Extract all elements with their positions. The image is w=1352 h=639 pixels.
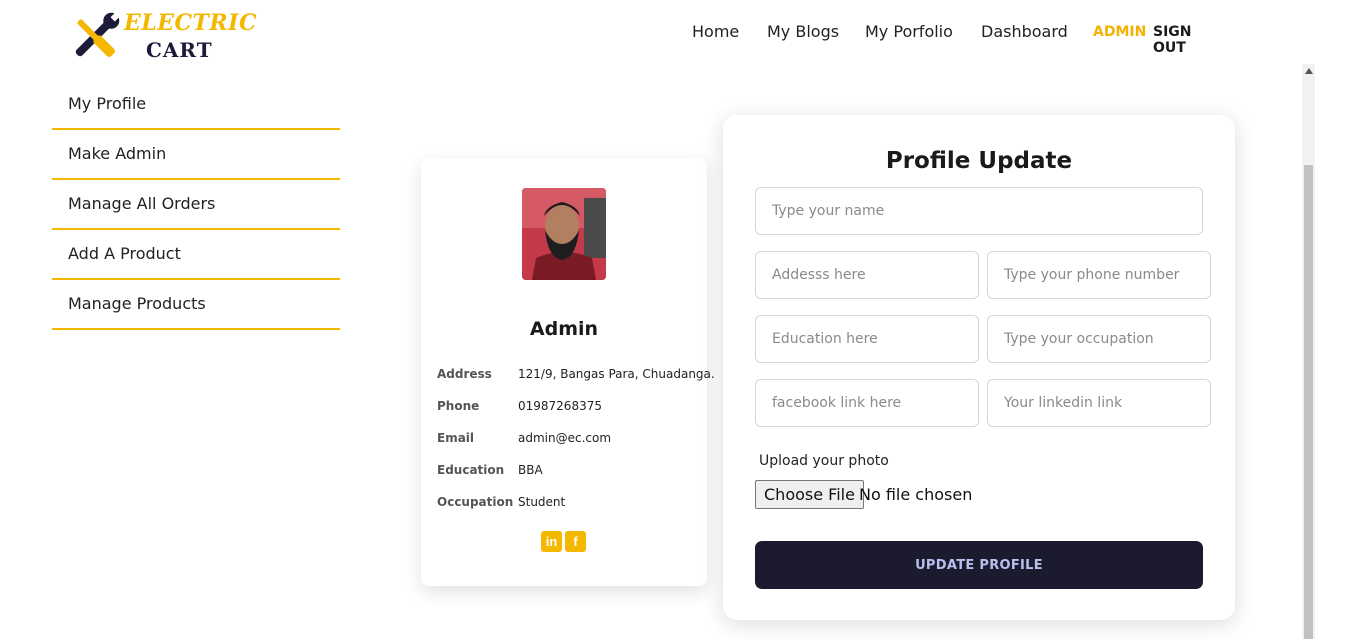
choose-file-button[interactable]: Choose File [755, 480, 864, 509]
linkedin-link-input[interactable] [987, 379, 1211, 427]
sidebar-item-add-a-product[interactable]: Add A Product [52, 230, 340, 280]
nav-my-portfolio[interactable]: My Porfolio [865, 22, 953, 41]
info-value: 01987268375 [518, 399, 602, 413]
info-label: Occupation [437, 495, 514, 509]
nav-dashboard[interactable]: Dashboard [981, 22, 1068, 41]
info-label: Education [437, 463, 505, 477]
social-links: in f [541, 531, 586, 552]
sign-out-button[interactable]: SIGN OUT [1153, 24, 1192, 56]
update-profile-button[interactable]: UPDATE PROFILE [755, 541, 1203, 589]
info-label: Phone [437, 399, 480, 413]
facebook-icon[interactable]: f [565, 531, 586, 552]
info-value: BBA [518, 463, 543, 477]
nav-my-blogs[interactable]: My Blogs [767, 22, 839, 41]
brand-name-line2: CART [146, 38, 213, 62]
info-value: Student [518, 495, 566, 509]
brand-logo[interactable]: ELECTRIC CART [60, 8, 256, 66]
profile-name: Admin [529, 318, 599, 340]
facebook-link-input[interactable] [755, 379, 979, 427]
wrench-screwdriver-icon [75, 12, 120, 57]
avatar [522, 188, 606, 280]
name-input[interactable] [755, 187, 1203, 235]
sidebar-item-manage-products[interactable]: Manage Products [52, 280, 340, 330]
scrollbar-thumb[interactable] [1304, 165, 1313, 639]
profile-card: Admin Address 121/9, Bangas Para, Chuada… [421, 158, 715, 586]
scroll-up-icon[interactable] [1302, 64, 1315, 78]
address-input[interactable] [755, 251, 979, 299]
user-role-label: ADMIN [1093, 24, 1147, 40]
education-input[interactable] [755, 315, 979, 363]
linkedin-icon[interactable]: in [541, 531, 562, 552]
upload-photo-label: Upload your photo [759, 453, 889, 469]
dashboard-sidebar: My Profile Make Admin Manage All Orders … [52, 80, 340, 330]
file-status-text: No file chosen [859, 485, 973, 504]
sidebar-item-manage-all-orders[interactable]: Manage All Orders [52, 180, 340, 230]
info-value: 121/9, Bangas Para, Chuadanga. [518, 367, 715, 381]
info-label: Address [437, 367, 492, 381]
info-label: Email [437, 431, 475, 445]
phone-input[interactable] [987, 251, 1211, 299]
profile-update-form: Profile Update Upload your photo Choose … [723, 115, 1235, 620]
form-title: Profile Update [885, 148, 1073, 174]
nav-home[interactable]: Home [692, 22, 739, 41]
brand-name-line1: ELECTRIC [124, 10, 257, 36]
sidebar-item-make-admin[interactable]: Make Admin [52, 130, 340, 180]
info-value: admin@ec.com [518, 431, 612, 445]
occupation-input[interactable] [987, 315, 1211, 363]
sidebar-item-my-profile[interactable]: My Profile [52, 80, 340, 130]
